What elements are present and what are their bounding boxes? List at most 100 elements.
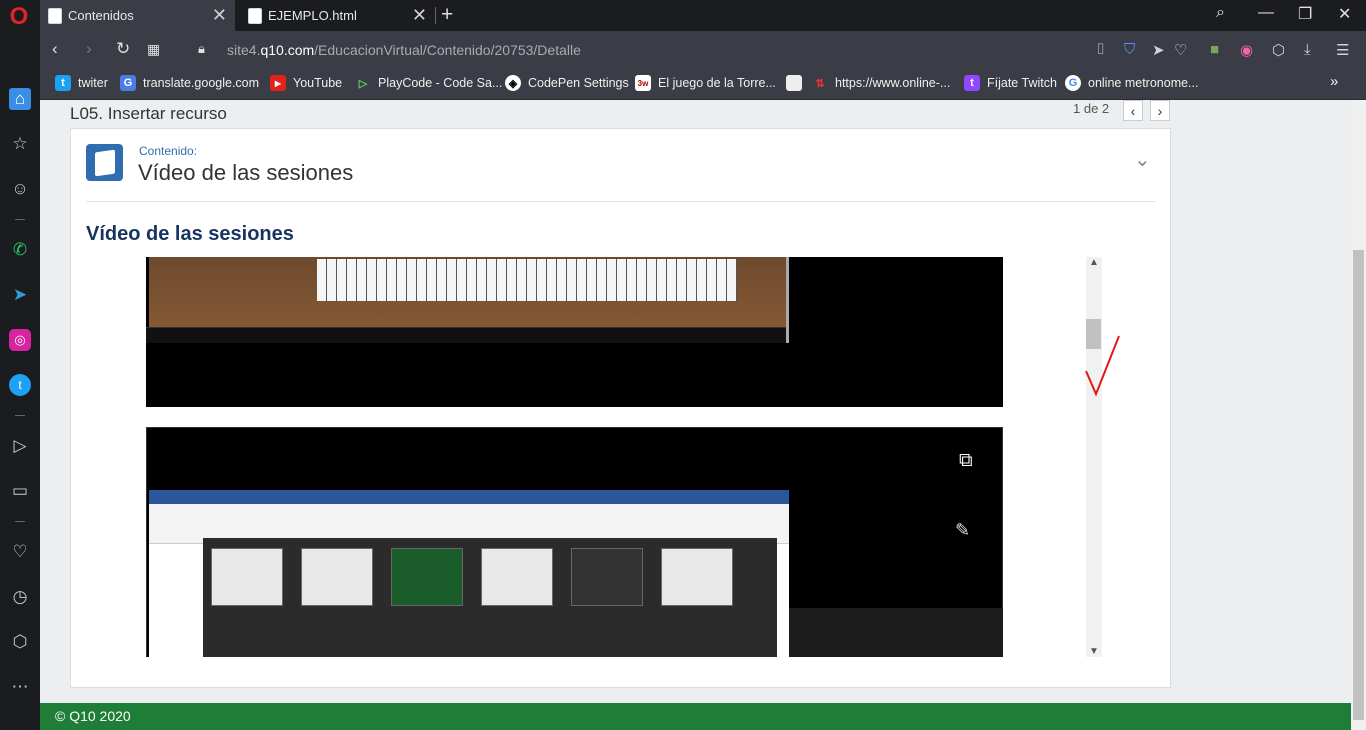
bookmark-twitch[interactable]: t Fíjate Twitch xyxy=(964,75,1057,91)
window-thumbnail xyxy=(391,548,463,606)
heart-icon[interactable]: ♡ xyxy=(1174,41,1187,59)
bookmark-label: twiter xyxy=(78,76,108,90)
bookmark-label: PlayCode - Code Sa... xyxy=(378,76,503,90)
tab-title: Contenidos xyxy=(68,8,134,23)
word-titlebar-image xyxy=(149,490,789,504)
extension-color-icon[interactable]: ◉ xyxy=(1240,41,1253,59)
page-content: L05. Insertar recurso 1 de 2 ‹ › Conteni… xyxy=(40,100,1351,703)
restore-icon[interactable]: ❐ xyxy=(1298,4,1312,24)
sidebar: ⌂ ☆ ☺ ✆ ➤ ◎ t ▷ ▭ ♡ ◷ ⬡ ⋯ xyxy=(0,31,40,730)
bookmark-label: YouTube xyxy=(293,76,343,90)
easy-setup-icon[interactable]: ☰ xyxy=(1336,41,1349,59)
document-icon xyxy=(786,75,802,91)
back-icon[interactable]: ‹ xyxy=(52,39,58,59)
shield-icon[interactable]: ⛉ xyxy=(1124,41,1135,58)
bookmark-label: online metronome... xyxy=(1088,76,1199,90)
pager-prev-button[interactable]: ‹ xyxy=(1123,100,1143,121)
bookmark-label: Fíjate Twitch xyxy=(987,76,1057,90)
video-player-1[interactable] xyxy=(146,257,1003,407)
close-window-icon[interactable]: ✕ xyxy=(1338,4,1351,24)
close-tab-icon[interactable]: ✕ xyxy=(412,6,427,24)
extensions-box-icon[interactable]: ⬡ xyxy=(1272,41,1285,59)
page-scrollbar[interactable] xyxy=(1351,100,1366,730)
content-label: Contenido: xyxy=(139,144,198,158)
window-thumbnail xyxy=(571,548,643,606)
w3-icon: 3w xyxy=(635,75,651,91)
bookmarks-bar: t twiter Gtranslate.google.com ▶ YouTube ▷… xyxy=(40,69,1366,100)
emoji-icon[interactable]: ☺ xyxy=(9,178,31,200)
close-tab-icon[interactable]: ✕ xyxy=(212,6,227,24)
more-bookmarks-icon[interactable]: » xyxy=(1330,73,1338,90)
video-side-panel xyxy=(789,608,1003,657)
speed-dial-icon[interactable]: ▦ xyxy=(147,41,160,58)
camera-icon[interactable]: ⌷ xyxy=(1096,41,1105,58)
video-border xyxy=(786,257,789,343)
bookmarks-star-icon[interactable]: ☆ xyxy=(9,133,31,155)
bookmark-metronome[interactable]: Gonline metronome... xyxy=(1065,75,1198,91)
flow-send-icon[interactable]: ▷ xyxy=(9,435,31,457)
bookmark-translate[interactable]: Gtranslate.google.com xyxy=(120,75,259,91)
lock-icon: 🔒︎ xyxy=(198,41,205,56)
telegram-icon[interactable]: ➤ xyxy=(9,284,31,306)
reload-icon[interactable]: ↻ xyxy=(116,39,130,59)
popout-icon[interactable]: ⧉ xyxy=(959,450,973,472)
url-field[interactable]: site4.q10.com/EducacionVirtual/Contenido… xyxy=(227,42,581,58)
pencil-edit-icon[interactable]: ✎ xyxy=(955,520,970,541)
pager-text: 1 de 2 xyxy=(1073,101,1110,116)
bookmark-document[interactable] xyxy=(786,75,809,91)
instagram-icon[interactable]: ◎ xyxy=(9,329,31,351)
forward-icon[interactable]: › xyxy=(86,39,92,59)
tab-ejemplo[interactable]: EJEMPLO.html ✕ xyxy=(240,0,435,31)
bookmark-torre[interactable]: 3w El juego de la Torre... xyxy=(635,75,776,91)
history-clock-icon[interactable]: ◷ xyxy=(9,586,31,608)
download-icon[interactable]: ⤓ xyxy=(1304,41,1311,58)
send-icon[interactable]: ➤ xyxy=(1152,41,1165,59)
extension-cube-icon[interactable]: ■ xyxy=(1210,41,1219,58)
more-icon[interactable]: ⋯ xyxy=(9,676,31,698)
sidebar-divider xyxy=(15,219,25,220)
bookmark-playcode[interactable]: ▷ PlayCode - Code Sa... xyxy=(355,75,503,91)
scroll-down-icon[interactable]: ▼ xyxy=(1089,646,1099,657)
piano-keys-image xyxy=(317,259,737,301)
pager-next-button[interactable]: › xyxy=(1150,100,1170,121)
chevron-down-icon[interactable]: ⌄ xyxy=(1134,147,1151,172)
content-title: Vídeo de las sesiones xyxy=(138,160,354,185)
tab-contenidos[interactable]: Contenidos ✕ xyxy=(40,0,235,31)
red-checkmark-annotation xyxy=(1085,335,1120,397)
search-tabs-icon[interactable]: ⌕ xyxy=(1216,4,1225,22)
heart-icon[interactable]: ♡ xyxy=(9,541,31,563)
bookmark-label: El juego de la Torre... xyxy=(658,76,776,90)
bookmark-twiter[interactable]: t twiter xyxy=(55,75,108,91)
window-thumbnail xyxy=(211,548,283,606)
tab-divider xyxy=(435,7,436,24)
document-icon xyxy=(248,7,262,24)
url-host-main: q10.com xyxy=(260,42,315,58)
bookmark-codepen[interactable]: ◈ CodePen Settings xyxy=(505,75,629,91)
extensions-cube-icon[interactable]: ⬡ xyxy=(9,631,31,653)
content-card: Contenido: Vídeo de las sesiones ⌄ Vídeo… xyxy=(70,128,1171,688)
wallet-icon[interactable]: ▭ xyxy=(9,480,31,502)
tab-title: EJEMPLO.html xyxy=(268,8,357,23)
bookmark-label: CodePen Settings xyxy=(528,76,629,90)
video-player-2[interactable]: ⧉ ✎ xyxy=(146,427,1003,657)
new-tab-icon[interactable]: + xyxy=(441,3,453,27)
opera-logo-icon[interactable]: O xyxy=(7,5,31,29)
window-thumbnail xyxy=(301,548,373,606)
scroll-up-icon[interactable]: ▲ xyxy=(1089,257,1099,268)
playcode-icon: ▷ xyxy=(358,77,368,90)
bookmark-online[interactable]: ⇅ https://www.online-... xyxy=(812,75,950,91)
bookmark-youtube[interactable]: ▶ YouTube xyxy=(270,75,342,91)
book-icon xyxy=(86,144,123,181)
tab-bar: O Contenidos ✕ EJEMPLO.html ✕ + ⌕ — ❐ ✕ xyxy=(0,0,1366,31)
lesson-title: L05. Insertar recurso xyxy=(70,104,227,123)
inner-scrollbar[interactable]: ▲ ▼ xyxy=(1086,257,1102,657)
sidebar-divider xyxy=(15,521,25,522)
video-frame-word xyxy=(149,490,789,657)
minimize-icon[interactable]: — xyxy=(1258,4,1274,22)
whatsapp-icon[interactable]: ✆ xyxy=(9,239,31,261)
home-icon[interactable]: ⌂ xyxy=(9,88,31,110)
twitter-icon: t xyxy=(55,75,71,91)
page-scroll-thumb[interactable] xyxy=(1353,250,1364,720)
embedded-video-frame[interactable]: ⧉ ✎ ▲ ▼ xyxy=(146,257,1102,657)
twitter-icon[interactable]: t xyxy=(9,374,31,396)
